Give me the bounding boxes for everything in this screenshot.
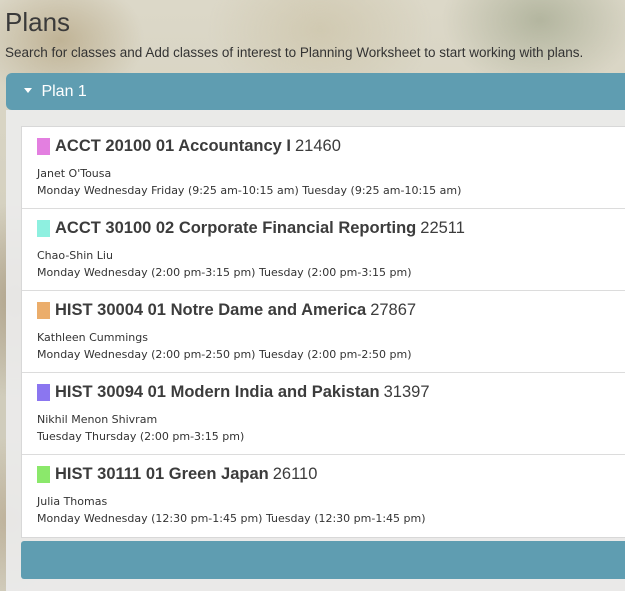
class-list: ACCT 20100 01 Accountancy I 21460 Janet O… (21, 126, 625, 538)
plan-footer-bar (21, 541, 625, 579)
class-list-item: HIST 30094 01 Modern India and Pakistan 3… (22, 373, 625, 455)
class-color-swatch[interactable] (37, 138, 50, 155)
page-intro-text: Search for classes and Add classes of in… (5, 45, 584, 60)
class-color-swatch[interactable] (37, 384, 50, 401)
class-crn: 31397 (383, 383, 430, 401)
class-instructor: Janet O'Tousa (37, 167, 112, 180)
class-crn: 21460 (294, 137, 341, 155)
class-course-name: HIST 30004 01 Notre Dame and America (55, 301, 367, 319)
class-instructor: Kathleen Cummings (37, 331, 148, 344)
class-instructor: Julia Thomas (37, 495, 108, 508)
class-crn: 26110 (272, 465, 318, 483)
class-title: ACCT 30100 02 Corporate Financial Report… (55, 218, 465, 238)
class-list-item: ACCT 20100 01 Accountancy I 21460 Janet O… (22, 127, 625, 209)
plan-toggle-header[interactable]: Plan 1 (6, 73, 625, 110)
class-course-name: ACCT 20100 01 Accountancy I (55, 137, 291, 155)
class-course-name: HIST 30094 01 Modern India and Pakistan (55, 383, 380, 401)
class-color-swatch[interactable] (37, 302, 50, 319)
page-title: Plans (5, 7, 71, 37)
class-course-name: HIST 30111 01 Green Japan (55, 465, 269, 483)
class-list-item: HIST 30111 01 Green Japan 26110 Julia Tho… (22, 455, 625, 537)
class-list-item: HIST 30004 01 Notre Dame and America 2786… (22, 291, 625, 373)
class-schedule: Monday Wednesday (2:00 pm-3:15 pm) Tuesd… (37, 266, 412, 279)
class-schedule: Tuesday Thursday (2:00 pm-3:15 pm) (37, 430, 245, 443)
class-title: HIST 30111 01 Green Japan 26110 (55, 464, 317, 484)
class-instructor: Nikhil Menon Shivram (37, 413, 158, 426)
class-schedule: Monday Wednesday (2:00 pm-2:50 pm) Tuesd… (37, 348, 412, 361)
class-color-swatch[interactable] (37, 466, 50, 483)
class-schedule: Monday Wednesday Friday (9:25 am-10:15 a… (37, 184, 462, 197)
class-instructor: Chao-Shin Liu (37, 249, 113, 262)
caret-down-icon (24, 88, 32, 94)
class-crn: 27867 (370, 301, 417, 319)
class-list-item: ACCT 30100 02 Corporate Financial Report… (22, 209, 625, 291)
class-crn: 22511 (420, 219, 465, 237)
class-title: ACCT 20100 01 Accountancy I 21460 (55, 136, 341, 156)
class-course-name: ACCT 30100 02 Corporate Financial Report… (55, 219, 417, 237)
class-color-swatch[interactable] (37, 220, 50, 237)
plan-label: Plan 1 (41, 83, 87, 100)
class-title: HIST 30094 01 Modern India and Pakistan 3… (55, 382, 430, 402)
class-schedule: Monday Wednesday (12:30 pm-1:45 pm) Tues… (37, 512, 426, 525)
class-title: HIST 30004 01 Notre Dame and America 2786… (55, 300, 416, 320)
